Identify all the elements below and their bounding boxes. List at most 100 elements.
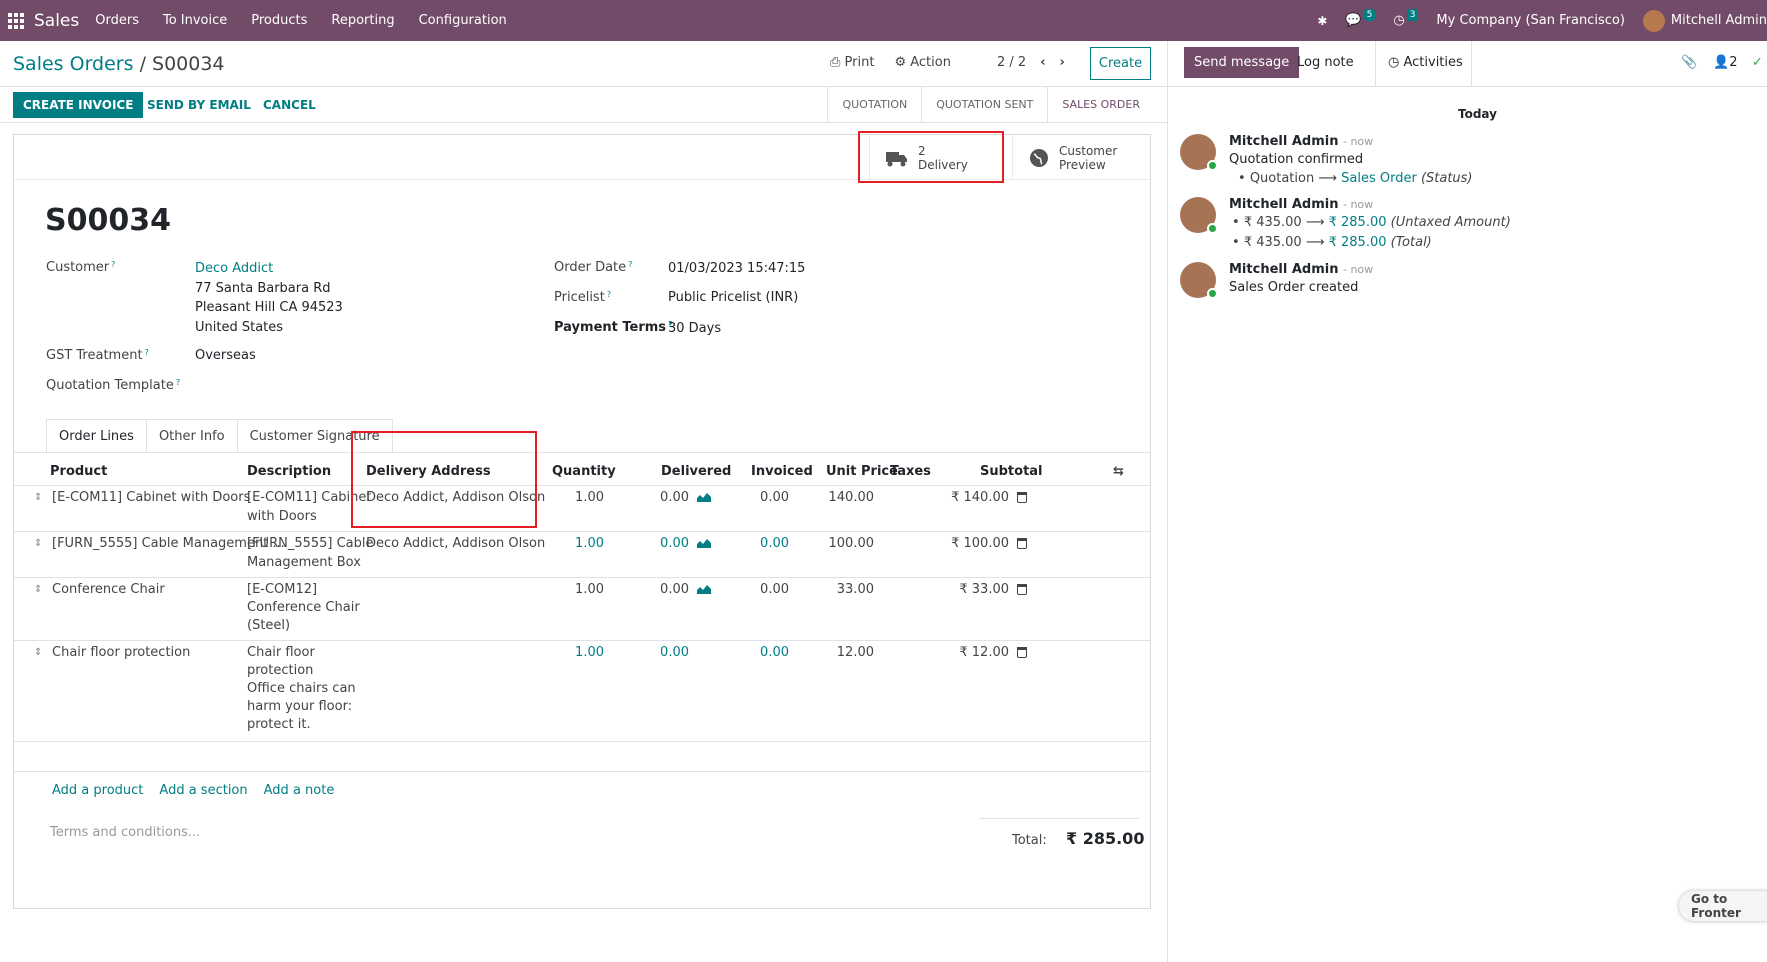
- company-switcher[interactable]: My Company (San Francisco): [1436, 13, 1624, 28]
- print-button[interactable]: ⎙ Print: [830, 55, 874, 70]
- col-subtotal[interactable]: Subtotal: [980, 464, 1043, 479]
- row-invoiced[interactable]: 0.00: [734, 643, 789, 662]
- menu-to-invoice[interactable]: To Invoice: [163, 13, 227, 28]
- order-date-field[interactable]: 01/03/2023 15:47:15: [668, 261, 805, 276]
- row-unit-price[interactable]: 33.00: [814, 580, 874, 599]
- pricelist-field[interactable]: Public Pricelist (INR): [668, 290, 798, 305]
- col-taxes[interactable]: Taxes: [890, 464, 931, 479]
- add-section-link[interactable]: Add a section: [159, 783, 247, 798]
- row-description-4[interactable]: harm your floor:: [247, 697, 352, 716]
- pager-next-icon[interactable]: ›: [1060, 55, 1065, 70]
- row-delivery-address[interactable]: Deco Addict, Addison Olson: [366, 534, 545, 553]
- log-note-button[interactable]: Log note: [1297, 55, 1354, 70]
- row-quantity[interactable]: 1.00: [544, 643, 604, 662]
- col-quantity[interactable]: Quantity: [552, 464, 616, 479]
- row-description-1[interactable]: Chair floor: [247, 643, 315, 662]
- create-button[interactable]: Create: [1090, 47, 1151, 80]
- row-quantity[interactable]: 1.00: [544, 488, 604, 507]
- row-unit-price[interactable]: 12.00: [814, 643, 874, 662]
- menu-orders[interactable]: Orders: [95, 13, 139, 28]
- app-name[interactable]: Sales: [34, 11, 79, 31]
- row-description-1[interactable]: [FURN_5555] Cable: [247, 534, 374, 553]
- drag-handle-icon[interactable]: ⇕: [34, 584, 42, 595]
- row-unit-price[interactable]: 100.00: [814, 534, 875, 553]
- add-product-link[interactable]: Add a product: [52, 783, 143, 798]
- payment-terms-field[interactable]: 30 Days: [668, 321, 721, 336]
- row-delivered[interactable]: 0.00: [634, 643, 689, 662]
- row-product[interactable]: Conference Chair: [52, 580, 165, 599]
- forecast-icon[interactable]: [697, 492, 711, 502]
- gst-value[interactable]: Overseas: [195, 348, 256, 363]
- tab-order-lines[interactable]: Order Lines: [46, 419, 147, 453]
- send-message-button[interactable]: Send message: [1184, 47, 1300, 78]
- messages-button[interactable]: 💬 5: [1345, 8, 1376, 28]
- col-delivered[interactable]: Delivered: [661, 464, 731, 479]
- avatar[interactable]: [1180, 262, 1218, 299]
- drag-handle-icon[interactable]: ⇕: [34, 538, 42, 549]
- forecast-icon[interactable]: [697, 584, 711, 594]
- breadcrumb-sales-orders[interactable]: Sales Orders: [13, 53, 134, 75]
- menu-products[interactable]: Products: [251, 13, 307, 28]
- drag-handle-icon[interactable]: ⇕: [34, 492, 42, 503]
- customer-link[interactable]: Deco Addict: [195, 261, 273, 276]
- row-delivered[interactable]: 0.00: [634, 488, 689, 507]
- row-product[interactable]: Chair floor protection: [52, 643, 190, 662]
- user-menu[interactable]: Mitchell Admin: [1642, 9, 1767, 32]
- row-invoiced[interactable]: 0.00: [734, 488, 789, 507]
- stage-quotation-sent[interactable]: QUOTATION SENT: [922, 87, 1049, 122]
- row-description-3[interactable]: (Steel): [247, 616, 290, 635]
- cancel-button[interactable]: CANCEL: [263, 98, 316, 112]
- row-invoiced[interactable]: 0.00: [734, 580, 789, 599]
- bug-icon[interactable]: ✱: [1317, 14, 1327, 28]
- activities-button[interactable]: ◷ 3: [1393, 8, 1419, 28]
- row-delivered[interactable]: 0.00: [634, 534, 689, 553]
- followers-button[interactable]: 👤2: [1713, 55, 1737, 70]
- col-invoiced[interactable]: Invoiced: [751, 464, 813, 479]
- row-description-3[interactable]: Office chairs can: [247, 679, 356, 698]
- col-description[interactable]: Description: [247, 464, 331, 479]
- row-delivered[interactable]: 0.00: [634, 580, 689, 599]
- trash-icon[interactable]: [1017, 538, 1027, 549]
- create-invoice-button[interactable]: CREATE INVOICE: [13, 92, 144, 118]
- drag-handle-icon[interactable]: ⇕: [34, 647, 42, 658]
- row-description-2[interactable]: protection: [247, 661, 313, 680]
- template-field[interactable]: [195, 378, 595, 396]
- avatar[interactable]: [1180, 134, 1218, 171]
- row-description-5[interactable]: protect it.: [247, 715, 311, 734]
- row-quantity[interactable]: 1.00: [544, 580, 604, 599]
- pager-prev-icon[interactable]: ‹: [1040, 55, 1045, 70]
- row-product[interactable]: [E-COM11] Cabinet with Doors: [52, 488, 250, 507]
- go-to-frontend-button[interactable]: Go to Fronter: [1679, 891, 1767, 921]
- add-note-link[interactable]: Add a note: [264, 783, 335, 798]
- menu-configuration[interactable]: Configuration: [419, 13, 507, 28]
- terms-input[interactable]: Terms and conditions...: [50, 825, 200, 840]
- activities-tab[interactable]: ◷ Activities: [1388, 55, 1463, 70]
- col-product[interactable]: Product: [50, 464, 107, 479]
- stage-quotation[interactable]: QUOTATION: [828, 87, 923, 122]
- col-unit-price[interactable]: Unit Price: [826, 464, 898, 479]
- row-subtotal: ₹ 12.00: [959, 645, 1009, 660]
- action-button[interactable]: ⚙ Action: [894, 55, 951, 70]
- optional-columns-icon[interactable]: ⇆: [1113, 464, 1124, 479]
- row-unit-price[interactable]: 140.00: [814, 488, 875, 507]
- customer-preview-button[interactable]: Customer Preview: [1012, 135, 1150, 180]
- row-invoiced[interactable]: 0.00: [734, 534, 789, 553]
- check-icon[interactable]: ✓: [1752, 55, 1763, 70]
- menu-reporting[interactable]: Reporting: [331, 13, 394, 28]
- trash-icon[interactable]: [1017, 647, 1027, 658]
- row-quantity[interactable]: 1.00: [544, 534, 604, 553]
- row-description-1[interactable]: [E-COM12]: [247, 580, 317, 599]
- avatar[interactable]: [1180, 197, 1218, 234]
- pager-value[interactable]: 2 / 2: [997, 55, 1026, 70]
- stage-sales-order[interactable]: SALES ORDER: [1048, 87, 1154, 122]
- row-description-2[interactable]: Management Box: [247, 553, 361, 572]
- send-by-email-button[interactable]: SEND BY EMAIL: [147, 98, 251, 112]
- tab-other-info[interactable]: Other Info: [145, 419, 238, 453]
- trash-icon[interactable]: [1017, 584, 1027, 595]
- forecast-icon[interactable]: [697, 538, 711, 548]
- trash-icon[interactable]: [1017, 492, 1027, 503]
- paperclip-icon[interactable]: 📎: [1681, 55, 1697, 70]
- row-description-2[interactable]: with Doors: [247, 507, 317, 526]
- apps-menu-icon[interactable]: [0, 12, 32, 29]
- row-description-2[interactable]: Conference Chair: [247, 598, 360, 617]
